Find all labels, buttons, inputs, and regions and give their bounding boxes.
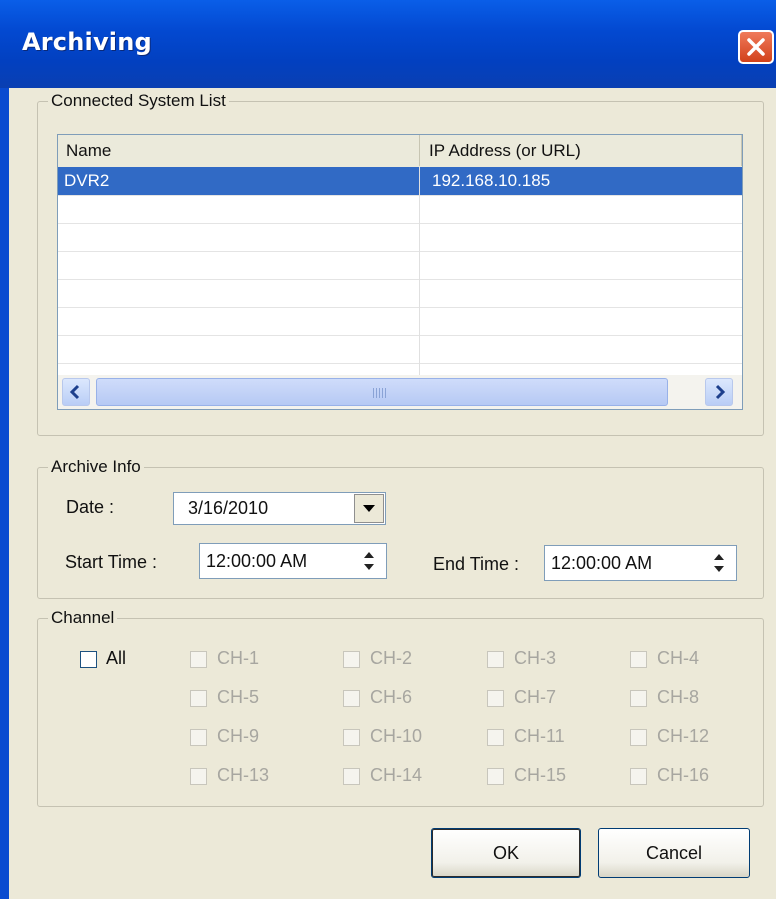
channel-label-6: CH-6	[370, 687, 413, 707]
channel-label-8: CH-8	[657, 687, 700, 707]
table-header: Name IP Address (or URL)	[58, 135, 742, 168]
channel-legend: Channel	[51, 608, 115, 627]
chevron-left-icon	[69, 384, 80, 400]
spin-down-button[interactable]	[704, 563, 734, 578]
channel-checkbox-4[interactable]	[630, 651, 647, 668]
channel-checkbox-5[interactable]	[190, 690, 207, 707]
channel-label-4: CH-4	[657, 648, 700, 668]
column-header-name[interactable]: Name	[58, 135, 420, 166]
start-time-value: 12:00:00 AM	[206, 551, 308, 571]
channel-label-16: CH-16	[657, 765, 710, 785]
channel-label-2: CH-2	[370, 648, 413, 668]
channel-checkbox-14[interactable]	[343, 768, 360, 785]
table-row[interactable]	[58, 279, 742, 308]
system-list-table[interactable]: Name IP Address (or URL) DVR2 192.168.10…	[57, 134, 743, 410]
cancel-button[interactable]: Cancel	[598, 828, 750, 878]
table-row[interactable]	[58, 223, 742, 252]
channel-checkbox-3[interactable]	[487, 651, 504, 668]
start-time-spinner[interactable]	[354, 546, 384, 576]
channel-label-14: CH-14	[370, 765, 423, 785]
table-row[interactable]	[58, 251, 742, 280]
date-value: 3/16/2010	[188, 498, 269, 518]
spin-down-button[interactable]	[354, 561, 384, 576]
channel-label-11: CH-11	[514, 726, 565, 746]
scroll-grip	[373, 388, 387, 398]
channel-checkbox-7[interactable]	[487, 690, 504, 707]
channel-checkbox-15[interactable]	[487, 768, 504, 785]
end-time-spinner[interactable]	[704, 548, 734, 578]
spin-up-button[interactable]	[354, 546, 384, 561]
end-time-field[interactable]: 12:00:00 AM	[544, 545, 737, 581]
channel-checkbox-6[interactable]	[343, 690, 360, 707]
table-row[interactable]	[58, 195, 742, 224]
channel-label-13: CH-13	[217, 765, 270, 785]
all-channels-checkbox[interactable]	[80, 651, 97, 668]
channel-checkbox-11[interactable]	[487, 729, 504, 746]
table-row[interactable]	[58, 335, 742, 364]
date-picker[interactable]: 3/16/2010	[173, 492, 386, 525]
chevron-down-icon	[363, 505, 375, 512]
all-channels-label: All	[106, 648, 127, 668]
channel-checkbox-2[interactable]	[343, 651, 360, 668]
channel-checkbox-9[interactable]	[190, 729, 207, 746]
end-time-value: 12:00:00 AM	[551, 553, 653, 573]
ok-button[interactable]: OK	[431, 828, 581, 878]
table-row[interactable]	[58, 307, 742, 336]
channel-label-10: CH-10	[370, 726, 423, 746]
close-icon	[747, 38, 765, 56]
window-border	[0, 88, 9, 899]
spin-down-icon	[714, 566, 724, 572]
channel-checkbox-1[interactable]	[190, 651, 207, 668]
end-time-label: End Time :	[433, 554, 520, 574]
chevron-right-icon	[715, 384, 726, 400]
row-name-cell: DVR2	[64, 171, 110, 190]
scroll-right-button[interactable]	[705, 378, 733, 406]
channel-checkbox-13[interactable]	[190, 768, 207, 785]
spin-up-button[interactable]	[704, 548, 734, 563]
close-button[interactable]	[738, 30, 774, 64]
horizontal-scrollbar[interactable]	[58, 375, 742, 409]
start-time-field[interactable]: 12:00:00 AM	[199, 543, 387, 579]
archive-info-legend: Archive Info	[51, 457, 141, 476]
table-row[interactable]: DVR2 192.168.10.185	[58, 167, 742, 196]
channel-label-7: CH-7	[514, 687, 557, 707]
row-ip-cell: 192.168.10.185	[432, 171, 551, 190]
date-label: Date :	[66, 497, 115, 517]
spin-up-icon	[714, 554, 724, 560]
channel-checkbox-8[interactable]	[630, 690, 647, 707]
start-time-label: Start Time :	[65, 552, 158, 572]
channel-checkbox-10[interactable]	[343, 729, 360, 746]
column-divider	[419, 167, 420, 375]
connected-system-list-legend: Connected System List	[51, 91, 226, 110]
archiving-dialog: Archiving Connected System List Name IP …	[0, 0, 776, 899]
window-title: Archiving	[22, 28, 152, 56]
channel-label-15: CH-15	[514, 765, 567, 785]
date-dropdown-button[interactable]	[354, 494, 384, 523]
channel-label-9: CH-9	[217, 726, 260, 746]
spin-down-icon	[364, 564, 374, 570]
title-bar[interactable]: Archiving	[0, 0, 776, 88]
scroll-left-button[interactable]	[62, 378, 90, 406]
channel-label-3: CH-3	[514, 648, 557, 668]
channel-label-1: CH-1	[217, 648, 260, 668]
column-header-ip[interactable]: IP Address (or URL)	[420, 135, 742, 166]
channel-checkbox-16[interactable]	[630, 768, 647, 785]
channel-label-5: CH-5	[217, 687, 260, 707]
channel-label-12: CH-12	[657, 726, 710, 746]
scroll-thumb[interactable]	[96, 378, 668, 406]
spin-up-icon	[364, 552, 374, 558]
channel-checkbox-12[interactable]	[630, 729, 647, 746]
